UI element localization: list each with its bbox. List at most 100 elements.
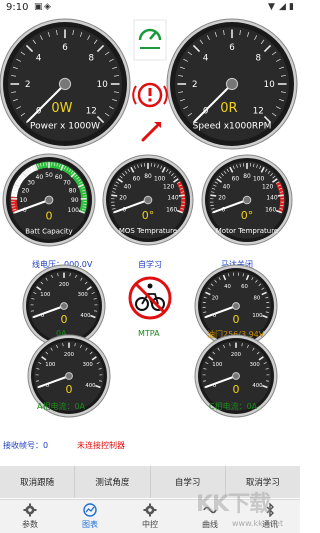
gauge-value: 0R xyxy=(220,101,237,116)
gauge-tick-label: 20 xyxy=(218,196,226,202)
status-bar: 9:10 ▣ ◈ ▼ ◢ ▮ xyxy=(0,0,300,16)
gauge-value: 0 xyxy=(46,209,53,222)
gauge-tick-label: 0 xyxy=(41,313,45,319)
gauge-label: Speed x1000RPM xyxy=(193,122,272,132)
gauge-tick-label: 400 xyxy=(85,383,96,389)
gauge-label: Power x 1000W xyxy=(30,122,100,132)
gauge-value: 0 xyxy=(233,313,240,326)
gauge-tick-label: 30 xyxy=(27,179,35,186)
gauge-label: MOS Temprature xyxy=(119,227,177,235)
gauge-tick-label: 120 xyxy=(163,185,174,191)
gauge-value: 0° xyxy=(241,209,254,222)
status-time: 9:10 xyxy=(6,2,29,13)
battery-icon: ▮ xyxy=(289,2,294,12)
indicator-panel xyxy=(132,19,168,142)
gauge-value: 0 xyxy=(61,313,68,326)
gauge-tick-label: 0 xyxy=(23,207,27,214)
test-angle-button[interactable]: 测试角度 xyxy=(75,466,151,498)
gauge-tick-label: 0 xyxy=(203,106,209,116)
gauge-tick-label: 20 xyxy=(212,296,219,302)
gauge-tick-label: 60 xyxy=(241,284,248,290)
gauge-tick-label: 80 xyxy=(243,174,251,180)
gauge-tick-label: 10 xyxy=(19,197,27,204)
connection-status-label: 未连接控制器 xyxy=(77,441,125,450)
gauge-tick-label: 0 xyxy=(213,383,217,389)
gauge-tick-label: 300 xyxy=(78,292,89,298)
frame-number-label: 接收帧号：0 xyxy=(3,441,49,450)
gauge-tick-label: 12 xyxy=(86,106,97,116)
gauge-tick-label: 100 xyxy=(68,207,80,214)
gear-icon xyxy=(143,503,157,517)
gauge-needle xyxy=(194,83,233,122)
gauge-tick-label: 90 xyxy=(71,197,79,204)
gauge-tick-label: 80 xyxy=(144,174,152,180)
nav-label: 曲线 xyxy=(202,520,218,529)
gauge-tick-label: 0 xyxy=(213,313,217,319)
gauge-tick-label: 140 xyxy=(167,196,178,202)
gauge-tick-label: 8 xyxy=(256,54,262,64)
gauge-tick-label: 0 xyxy=(122,208,126,214)
gauge-needle xyxy=(213,199,248,214)
gauge-tick-label: 6 xyxy=(229,43,235,53)
gauge-tick-label: 100 xyxy=(154,177,165,183)
gauge-needle xyxy=(38,375,70,388)
gauge-tick-label: 60 xyxy=(232,177,240,183)
gauge-label: Batt Capacity xyxy=(25,228,72,236)
gauge-needle xyxy=(27,83,66,122)
current-value-label: 0A xyxy=(56,329,67,338)
watermark-logo: KK下载 xyxy=(196,492,271,517)
gauge-tick-label: 100 xyxy=(45,362,56,368)
gauge-tick-label: 100 xyxy=(40,292,51,298)
mtpa-label[interactable]: MTPA xyxy=(138,329,160,338)
gauge-tick-label: 200 xyxy=(64,352,75,358)
brake-warning-icon[interactable] xyxy=(132,82,168,108)
gauge-tick-label: 60 xyxy=(55,174,63,181)
gauge-tick-label: 50 xyxy=(45,172,53,179)
gauge-needle xyxy=(205,305,237,318)
nav-item-central[interactable]: 中控 xyxy=(120,500,180,533)
gauge-tick-label: 70 xyxy=(63,179,71,186)
gauge-tick-label: 160 xyxy=(166,208,177,214)
gauge-value: 0 xyxy=(233,383,240,396)
nav-label: 图表 xyxy=(82,520,98,529)
no-bicycle-sign-icon[interactable] xyxy=(128,276,172,320)
gauge-tick-label: 8 xyxy=(89,54,95,64)
nav-item-params[interactable]: 参数 xyxy=(0,500,60,533)
gauge-tick-label: 200 xyxy=(59,282,70,288)
nav-item-charts[interactable]: 图表 xyxy=(60,500,120,533)
phase-a-current-label: A相电流：0A xyxy=(37,402,86,411)
nav-label: 参数 xyxy=(22,520,38,529)
gauge-tick-label: 4 xyxy=(203,54,209,64)
gauge-tick-label: 140 xyxy=(266,196,277,202)
gauge-tick-label: 6 xyxy=(62,43,68,53)
gauge-tick-label: 40 xyxy=(36,174,44,181)
gauge-tick-label: 40 xyxy=(224,284,231,290)
phase-c-current-label: C相电流：0A xyxy=(209,402,258,411)
gauge-tick-label: 2 xyxy=(25,80,31,90)
gauge-tick-label: 0 xyxy=(36,106,42,116)
gauge-tick-label: 0 xyxy=(46,383,50,389)
motor-off-label: 马达关闭 xyxy=(221,260,253,269)
gauge-tick-label: 20 xyxy=(22,188,30,195)
wrench-icon[interactable] xyxy=(141,122,161,142)
gauge-needle xyxy=(205,375,237,388)
notification-icon: ▣ xyxy=(34,2,43,12)
speedometer-warning-icon[interactable] xyxy=(133,19,167,61)
gauge-label: Motor Temprature xyxy=(216,227,279,235)
gauge-tick-label: 0 xyxy=(221,208,225,214)
gauge-tick-label: 160 xyxy=(265,208,276,214)
gauge-tick-label: 12 xyxy=(253,106,264,116)
gauge-tick-label: 300 xyxy=(250,362,261,368)
chart-icon xyxy=(83,503,97,517)
gauge-tick-label: 100 xyxy=(252,313,263,319)
gauge-value: 0W xyxy=(51,101,72,116)
line-voltage-label: 线电压：000.0V xyxy=(32,260,93,269)
wifi-icon: ▼ xyxy=(268,2,275,12)
cancel-follow-button[interactable]: 取消跟随 xyxy=(0,466,76,498)
gauge-needle xyxy=(14,199,50,214)
gauge-value: 0 xyxy=(66,383,73,396)
gauge-value: 0° xyxy=(142,209,155,222)
signal-icon: ◢ xyxy=(279,2,286,12)
gear-icon xyxy=(23,503,37,517)
gauge-tick-label: 4 xyxy=(36,54,42,64)
